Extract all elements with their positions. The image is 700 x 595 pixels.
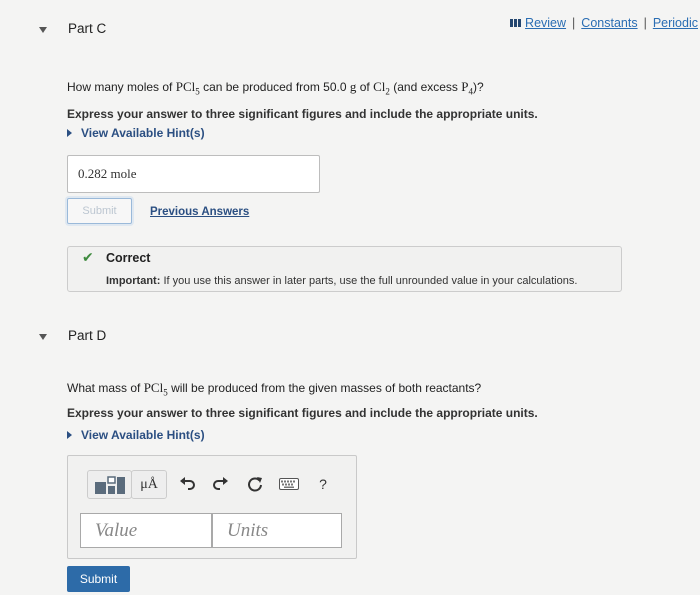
- undo-icon: [180, 477, 195, 490]
- collapse-part-d-icon[interactable]: [39, 334, 47, 340]
- question-text: )?: [473, 80, 484, 94]
- answer-panel: μÅ ? Value Units: [67, 455, 357, 559]
- review-link[interactable]: Review: [525, 16, 566, 30]
- hint-label: View Available Hint(s): [81, 126, 205, 140]
- amount-value: 50.0: [323, 80, 347, 94]
- templates-button[interactable]: [87, 470, 132, 499]
- part-d-instruction: Express your answer to three significant…: [67, 406, 538, 420]
- top-links: Review | Constants | Periodic: [510, 16, 698, 30]
- redo-button[interactable]: [208, 472, 232, 496]
- keyboard-icon: [279, 478, 299, 490]
- formula-p4-main: P: [461, 79, 469, 94]
- periodic-link[interactable]: Periodic: [653, 16, 698, 30]
- feedback-title: Correct: [106, 251, 151, 265]
- question-text: can be produced from: [203, 80, 320, 94]
- question-text: How many moles of: [67, 80, 173, 94]
- formula-pcl5-sub: 5: [195, 86, 200, 97]
- amount-unit: g: [349, 79, 357, 94]
- reset-button[interactable]: [243, 472, 267, 496]
- constants-link[interactable]: Constants: [581, 16, 637, 30]
- undo-button[interactable]: [176, 472, 200, 496]
- question-text: will be produced from the given masses o…: [171, 381, 482, 395]
- part-d-question: What mass of PCl5 will be produced from …: [67, 380, 481, 398]
- part-c-instruction: Express your answer to three significant…: [67, 107, 538, 121]
- formula-p4: P4: [461, 79, 473, 97]
- formula-cl2-sub: 2: [385, 86, 390, 97]
- link-separator: |: [643, 16, 647, 30]
- part-d-title: Part D: [68, 328, 107, 343]
- formula-cl2: Cl2: [373, 79, 390, 97]
- units-symbols-button[interactable]: μÅ: [131, 470, 167, 499]
- link-separator: |: [572, 16, 576, 30]
- keyboard-button[interactable]: [276, 472, 302, 496]
- formula-pcl5-main: PCl: [143, 380, 164, 395]
- part-c-submit-button[interactable]: Submit: [67, 198, 132, 224]
- value-input[interactable]: Value: [80, 513, 212, 548]
- feedback-message: Important: If you use this answer in lat…: [106, 275, 577, 287]
- part-c-hint-toggle[interactable]: View Available Hint(s): [67, 126, 205, 140]
- question-text: of: [359, 80, 370, 94]
- hint-label: View Available Hint(s): [81, 428, 205, 442]
- previous-answers-link[interactable]: Previous Answers: [150, 206, 249, 218]
- feedback-correct-box: ✔ Correct Important: If you use this ans…: [67, 246, 622, 292]
- important-label: Important:: [106, 275, 161, 287]
- part-c-title: Part C: [68, 21, 107, 36]
- part-d-hint-toggle[interactable]: View Available Hint(s): [67, 428, 205, 442]
- formula-pcl5-main: PCl: [175, 79, 196, 94]
- formula-pcl5-sub: 5: [163, 387, 168, 398]
- question-text: (and excess: [393, 80, 458, 94]
- formula-pcl5: PCl5: [175, 79, 200, 97]
- part-d-submit-button[interactable]: Submit: [67, 566, 130, 592]
- help-button[interactable]: ?: [312, 472, 334, 496]
- important-text: If you use this answer in later parts, u…: [160, 275, 578, 287]
- formula-cl2-main: Cl: [373, 79, 386, 94]
- formula-pcl5: PCl5: [143, 380, 168, 398]
- collapse-part-c-icon[interactable]: [39, 27, 47, 33]
- reset-icon: [248, 477, 262, 492]
- expand-icon: [67, 129, 72, 137]
- part-c-answer-field[interactable]: 0.282 mole: [67, 155, 320, 193]
- checkmark-icon: ✔: [82, 249, 94, 265]
- library-icon: [510, 19, 522, 27]
- units-input[interactable]: Units: [212, 513, 342, 548]
- templates-icon: [94, 475, 125, 494]
- expand-icon: [67, 431, 72, 439]
- part-c-question: How many moles of PCl5 can be produced f…: [67, 79, 484, 97]
- redo-icon: [213, 477, 228, 490]
- question-text: What mass of: [67, 381, 141, 395]
